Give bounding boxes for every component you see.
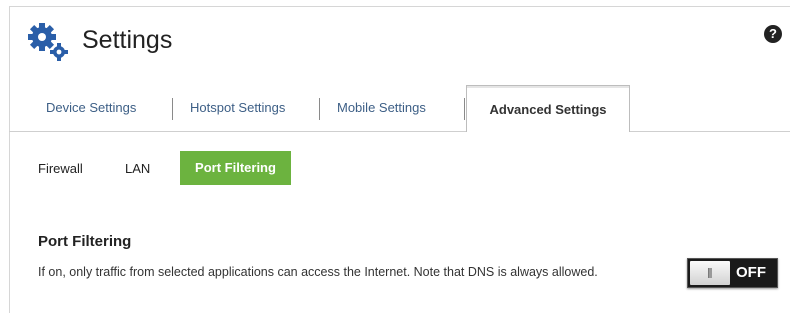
subtab-lan[interactable]: LAN (125, 161, 150, 176)
toggle-knob[interactable] (690, 261, 730, 285)
page-title: Settings (82, 26, 173, 54)
tab-divider (319, 98, 320, 120)
help-icon[interactable]: ? (764, 25, 782, 43)
tab-advanced-settings-label: Advanced Settings (489, 102, 607, 117)
panel-border-top (9, 6, 790, 7)
port-filtering-toggle[interactable]: OFF (687, 258, 778, 288)
subtab-port-filtering[interactable]: Port Filtering (180, 151, 291, 185)
tab-mobile-settings[interactable]: Mobile Settings (337, 100, 426, 115)
tab-device-settings[interactable]: Device Settings (46, 100, 136, 115)
subtab-firewall[interactable]: Firewall (38, 161, 83, 176)
tab-advanced-settings[interactable]: Advanced Settings (466, 85, 630, 132)
tab-divider (172, 98, 173, 120)
tab-bar-underline (9, 131, 790, 132)
tab-hotspot-settings[interactable]: Hotspot Settings (190, 100, 285, 115)
toggle-state-label: OFF (736, 264, 766, 281)
panel-border-left (9, 6, 10, 313)
section-title: Port Filtering (38, 233, 132, 250)
tab-divider (464, 98, 465, 120)
gears-icon (28, 23, 68, 61)
section-description: If on, only traffic from selected applic… (38, 265, 598, 279)
